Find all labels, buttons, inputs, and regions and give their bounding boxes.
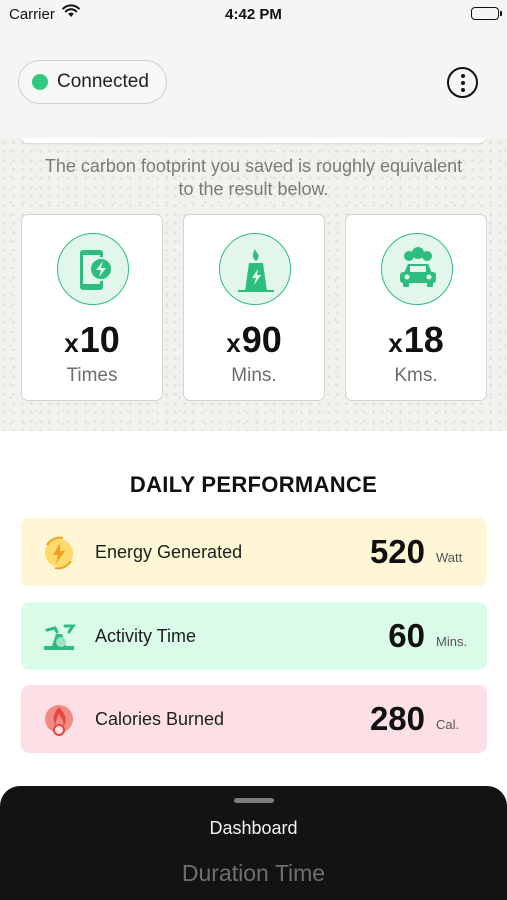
connection-status-label: Connected — [57, 71, 149, 92]
carbon-note: The carbon footprint you saved is roughl… — [44, 156, 463, 199]
clock: 4:42 PM — [225, 6, 282, 23]
equivalence-value: x10 — [64, 319, 120, 360]
performance-value: 520 — [369, 533, 425, 570]
equivalence-value: x18 — [388, 319, 444, 360]
battery-icon — [471, 7, 502, 20]
performance-unit: Mins. — [436, 634, 468, 649]
equivalence-unit: Mins. — [231, 365, 277, 386]
performance-unit: Watt — [436, 550, 463, 565]
performance-row-activity[interactable]: Activity Time 60 Mins. — [21, 602, 487, 670]
equivalence-card-phone: x10 Times — [21, 214, 163, 401]
performance-value: 60 — [388, 617, 425, 654]
exercise-bike-icon — [39, 618, 79, 661]
sheet-item-duration-time[interactable]: Duration Time — [0, 860, 507, 887]
performance-label: Energy Generated — [95, 542, 243, 562]
equivalence-unit: Times — [66, 365, 118, 386]
car-icon — [381, 233, 453, 305]
status-bar: Carrier 4:42 PM — [0, 0, 507, 30]
equivalence-value: x90 — [226, 319, 282, 360]
connection-status-button[interactable]: Connected — [18, 60, 167, 104]
equivalence-unit: Kms. — [394, 365, 438, 386]
status-dot-icon — [32, 74, 48, 90]
performance-label: Calories Burned — [95, 709, 225, 729]
performance-label: Activity Time — [95, 626, 197, 646]
performance-value: 280 — [369, 700, 425, 737]
energy-bolt-icon — [39, 534, 79, 577]
calories-flame-icon — [39, 701, 79, 744]
more-vertical-icon[interactable] — [447, 67, 478, 98]
section-title: DAILY PERFORMANCE — [129, 472, 378, 497]
scrolled-card-edge — [22, 138, 485, 143]
performance-unit: Cal. — [436, 717, 460, 732]
equivalence-card-power-plant: x90 Mins. — [183, 214, 325, 401]
sheet-item-dashboard[interactable]: Dashboard — [0, 818, 507, 839]
equivalence-card-car: x18 Kms. — [345, 214, 487, 401]
bottom-sheet[interactable]: Dashboard Duration Time — [0, 786, 507, 900]
carbon-savings-section: The carbon footprint you saved is roughl… — [0, 138, 507, 431]
performance-row-energy[interactable]: Energy Generated 520 Watt — [21, 518, 487, 586]
sheet-grabber[interactable] — [234, 798, 274, 803]
performance-row-calories[interactable]: Calories Burned 280 Cal. — [21, 685, 487, 753]
phone-charging-icon — [57, 233, 129, 305]
power-plant-icon — [219, 233, 291, 305]
